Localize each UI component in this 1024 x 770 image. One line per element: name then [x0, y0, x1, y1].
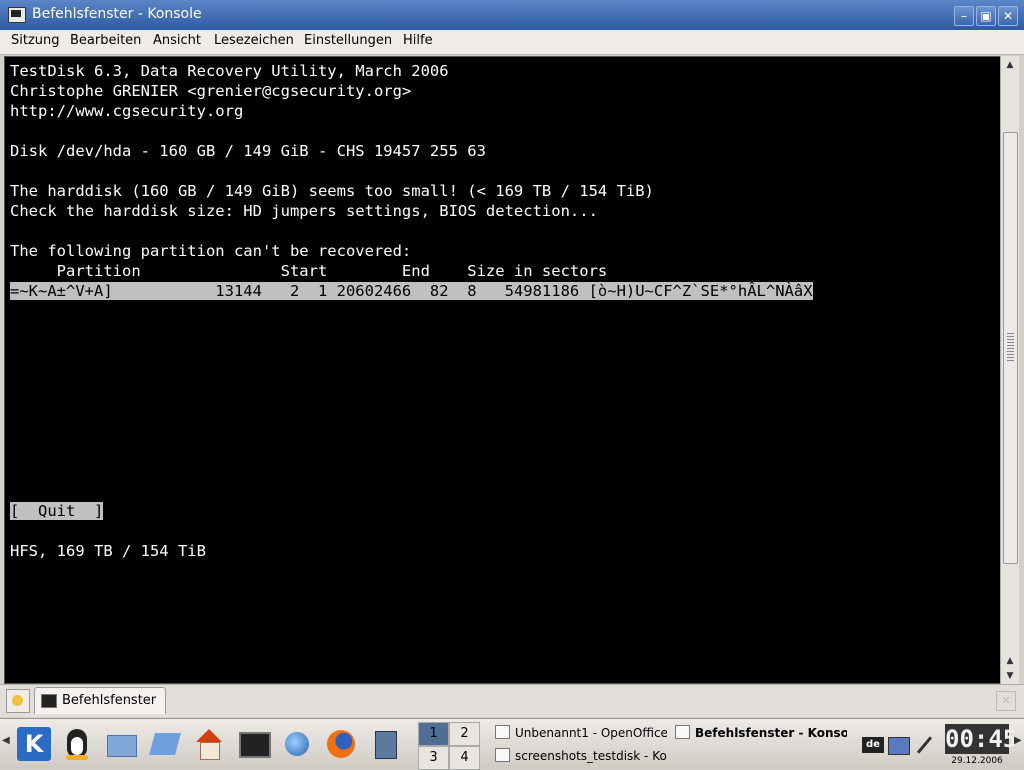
session-tab-bar: Befehlsfenster ✕	[0, 684, 1024, 717]
partition-row-selected[interactable]: =~K~A±^V+A] 13144 2 1 20602466 82 8 5498…	[10, 282, 813, 300]
window-titlebar[interactable]: Befehlsfenster - Konsole – ▣ ✕	[0, 0, 1024, 30]
terminal-line: The following partition can't be recover…	[10, 242, 412, 260]
menu-hilfe[interactable]: Hilfe	[403, 33, 433, 48]
session-tab[interactable]: Befehlsfenster	[34, 687, 166, 714]
menu-sitzung[interactable]: Sitzung	[11, 33, 60, 48]
partition-table-header: Partition Start End Size in sectors	[10, 262, 608, 280]
terminal-icon	[41, 694, 57, 708]
session-tab-label: Befehlsfenster	[62, 693, 157, 708]
task-label: Unbenannt1 - OpenOffice.org	[515, 726, 667, 740]
desktop-2-label: 2	[460, 726, 469, 741]
scroll-down-arrow-icon[interactable]: ▼	[1001, 669, 1019, 683]
clock-time: 00:45	[945, 724, 1018, 754]
keyboard-layout-indicator[interactable]: de	[862, 737, 884, 753]
desktop-1-label: 1	[429, 726, 438, 741]
taskbar-task-openoffice[interactable]: Unbenannt1 - OpenOffice.org	[495, 725, 667, 746]
menu-lesezeichen[interactable]: Lesezeichen	[214, 33, 294, 48]
control-center-icon[interactable]	[148, 727, 182, 761]
quit-button[interactable]: [ Quit ]	[10, 502, 104, 520]
window-title: Befehlsfenster - Konsole	[32, 6, 202, 22]
terminal-line: Christophe GRENIER <grenier@cgsecurity.o…	[10, 82, 412, 100]
clock-date: 29.12.2006	[951, 756, 1003, 766]
firefox-icon[interactable]	[324, 727, 358, 761]
scroll-up-arrow-icon[interactable]: ▲	[1001, 654, 1019, 668]
maximize-button[interactable]: ▣	[976, 6, 996, 26]
terminal-area[interactable]: TestDisk 6.3, Data Recovery Utility, Mar…	[4, 56, 1002, 684]
desktop-3[interactable]: 3	[418, 746, 449, 770]
system-tray: de	[862, 737, 942, 757]
desktop-4[interactable]: 4	[449, 746, 480, 770]
network-icon[interactable]	[888, 737, 910, 755]
system-folder-icon[interactable]	[104, 727, 138, 761]
desktop-3-label: 3	[429, 750, 438, 765]
openoffice-icon	[495, 725, 510, 739]
terminal-scrollbar[interactable]: ▲ ▲ ▼	[1000, 56, 1019, 684]
konsole-task-icon	[675, 725, 690, 739]
terminal-line: The harddisk (160 GB / 149 GiB) seems to…	[10, 182, 654, 200]
menu-bearbeiten[interactable]: Bearbeiten	[70, 33, 141, 48]
terminal-line: Disk /dev/hda - 160 GB / 149 GiB - CHS 1…	[10, 142, 486, 160]
mixer-icon[interactable]	[914, 735, 934, 755]
close-button[interactable]: ✕	[998, 6, 1018, 26]
tux-icon[interactable]	[60, 727, 94, 761]
kmenu-button[interactable]: K	[17, 727, 51, 761]
folder-icon	[495, 748, 510, 762]
scroll-up-arrow-icon[interactable]: ▲	[1001, 58, 1019, 72]
panel-clock[interactable]: 00:45 29.12.2006	[945, 722, 1018, 768]
menu-einstellungen[interactable]: Einstellungen	[304, 33, 392, 48]
new-session-button[interactable]	[6, 689, 30, 713]
task-label: screenshots_testdisk - Konqueror	[515, 749, 667, 763]
konsole-app-icon[interactable]	[8, 7, 26, 23]
task-label: Befehlsfenster - Konsole	[695, 726, 847, 740]
minimize-button[interactable]: –	[954, 6, 974, 26]
desktop-4-label: 4	[460, 750, 469, 765]
desktop-pager: 1 2 3 4	[418, 722, 480, 770]
menu-bar: Sitzung Bearbeiten Ansicht Lesezeichen E…	[0, 30, 1024, 55]
kde-panel: ◀ K 1 2 3 4 Unbenannt1 - OpenOffice.org …	[0, 718, 1024, 770]
text-editor-icon[interactable]	[368, 727, 402, 761]
panel-hide-left-arrow-icon[interactable]: ◀	[2, 735, 10, 746]
menu-ansicht[interactable]: Ansicht	[153, 33, 201, 48]
scrollbar-grip-icon	[1007, 333, 1014, 363]
konqueror-icon[interactable]	[280, 727, 314, 761]
close-session-button[interactable]: ✕	[996, 691, 1016, 711]
terminal-line: Check the harddisk size: HD jumpers sett…	[10, 202, 598, 220]
scrollbar-thumb[interactable]	[1003, 132, 1018, 564]
home-folder-icon[interactable]	[192, 727, 226, 761]
taskbar-task-konsole[interactable]: Befehlsfenster - Konsole	[675, 725, 847, 746]
partition-status-line: HFS, 169 TB / 154 TiB	[10, 542, 206, 560]
desktop-2[interactable]: 2	[449, 722, 480, 746]
terminal-line: http://www.cgsecurity.org	[10, 102, 244, 120]
desktop-1[interactable]: 1	[418, 722, 449, 746]
konsole-launcher-icon[interactable]	[236, 727, 271, 761]
taskbar-task-konqueror[interactable]: screenshots_testdisk - Konqueror	[495, 748, 667, 769]
terminal-line: TestDisk 6.3, Data Recovery Utility, Mar…	[10, 62, 449, 80]
terminal-output: TestDisk 6.3, Data Recovery Utility, Mar…	[10, 61, 813, 561]
panel-hide-right-arrow-icon[interactable]: ▶	[1014, 735, 1022, 746]
